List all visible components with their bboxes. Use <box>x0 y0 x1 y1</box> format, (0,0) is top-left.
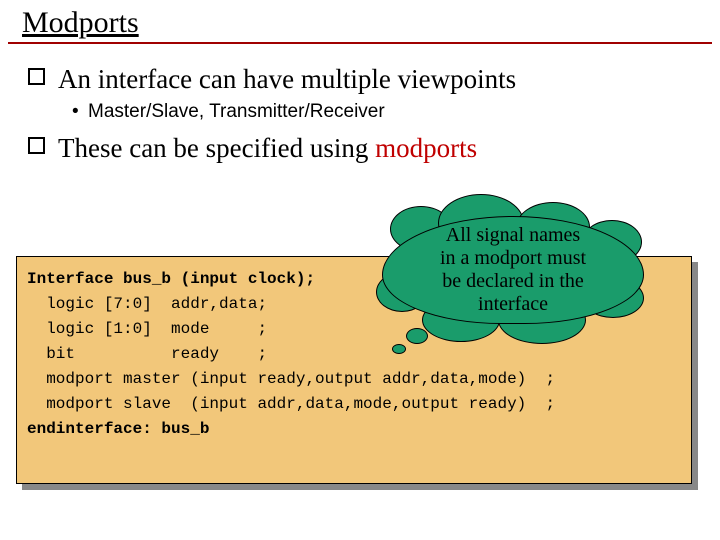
bullet-2: These can be specified using modports <box>58 133 696 164</box>
title-text: Modports <box>22 6 139 39</box>
bullet-2-keyword: modports <box>375 133 477 163</box>
code-line: modport slave (input addr,data,mode,outp… <box>27 395 681 413</box>
square-bullet-icon <box>28 68 45 85</box>
cloud-line: in a modport must <box>440 247 586 269</box>
bullet-1-text: An interface can have multiple viewpoint… <box>58 64 516 94</box>
code-line: bit ready ; <box>27 345 681 363</box>
cloud-line: interface <box>478 293 548 315</box>
bullet-1-sub: • Master/Slave, Transmitter/Receiver <box>88 101 696 123</box>
cloud-text: All signal names in a modport must be de… <box>382 224 644 316</box>
bullet-list: An interface can have multiple viewpoint… <box>0 44 720 164</box>
thought-cloud: All signal names in a modport must be de… <box>382 216 644 338</box>
cloud-line: All signal names <box>446 224 580 246</box>
bullet-1: An interface can have multiple viewpoint… <box>58 64 696 95</box>
bullet-1-sub-text: Master/Slave, Transmitter/Receiver <box>88 101 385 122</box>
code-line: modport master (input ready,output addr,… <box>27 370 681 388</box>
bullet-2-text-pre: These can be specified using <box>58 133 375 163</box>
cloud-tail-icon <box>392 344 406 354</box>
slide-title: Modports <box>8 0 712 44</box>
cloud-tail-icon <box>406 328 428 344</box>
slide: Modports An interface can have multiple … <box>0 0 720 540</box>
square-bullet-icon <box>28 137 45 154</box>
dot-bullet-icon: • <box>72 101 79 123</box>
cloud-line: be declared in the <box>442 270 584 292</box>
code-line: endinterface: bus_b <box>27 420 681 438</box>
